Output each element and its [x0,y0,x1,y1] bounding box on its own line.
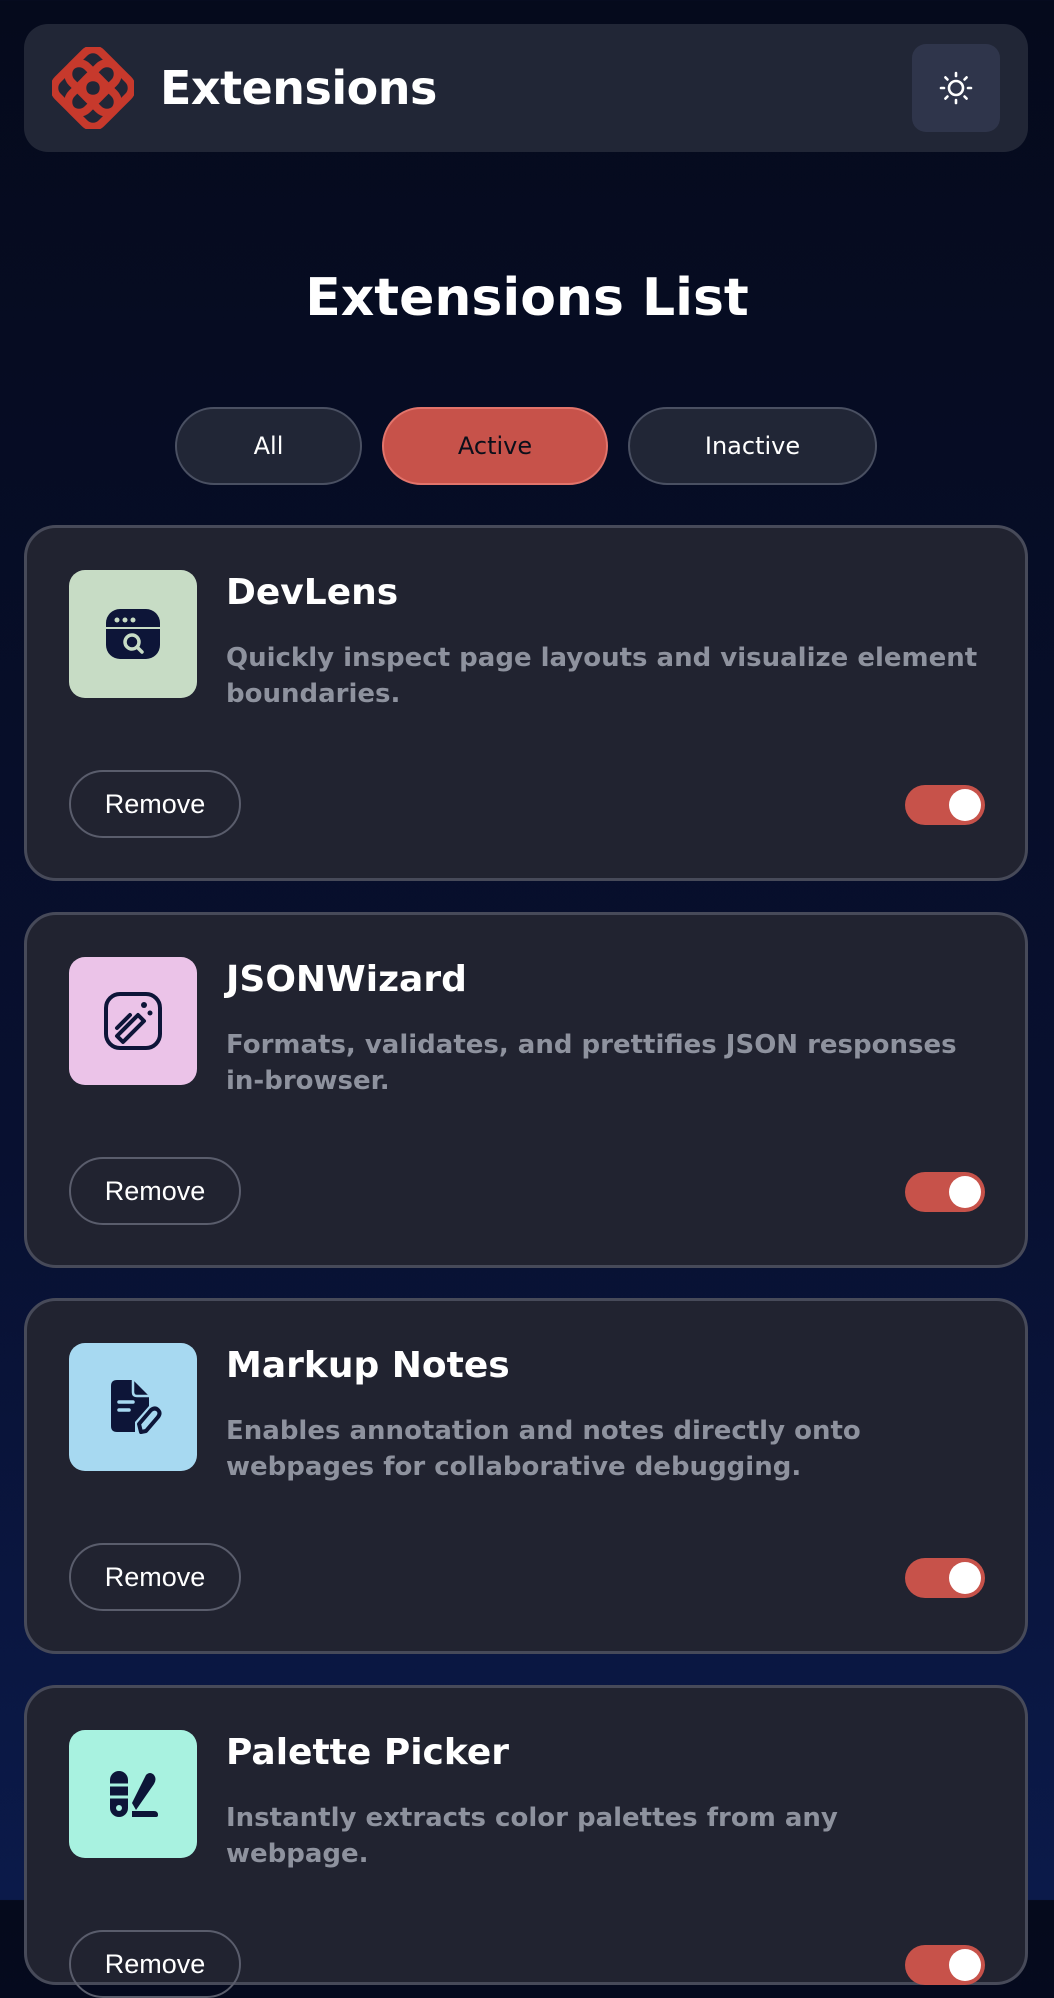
browser-search-icon [106,609,160,659]
filter-inactive-button[interactable]: Inactive [628,407,877,485]
active-toggle[interactable] [905,785,985,825]
active-toggle[interactable] [905,1172,985,1212]
toggle-knob [949,1949,981,1981]
active-toggle[interactable] [905,1558,985,1598]
toggle-knob [949,1176,981,1208]
extension-name: Markup Notes [226,1345,510,1386]
theme-toggle-button[interactable] [912,44,1000,132]
extension-description: Instantly extracts color palettes from a… [226,1803,838,1869]
extension-icon-tile [69,957,197,1085]
extension-name: DevLens [226,572,399,613]
extension-description: Quickly inspect page layouts and visuali… [226,643,978,709]
document-pen-icon [111,1380,162,1434]
page-title: Extensions List [305,268,749,328]
extension-icon-tile [69,1730,197,1858]
remove-button[interactable]: Remove [69,1543,241,1611]
extension-description: Enables annotation and notes directly on… [226,1416,861,1482]
filter-active-button[interactable]: Active [382,407,608,485]
magic-wand-icon [104,992,162,1050]
extension-card-devlens: DevLens Quickly inspect page layouts and… [24,525,1028,881]
extension-card-jsonwizard: JSONWizard Formats, validates, and prett… [24,912,1028,1268]
filter-all-button[interactable]: All [175,407,362,485]
extension-name: Palette Picker [226,1732,510,1773]
toggle-knob [949,1562,981,1594]
remove-button[interactable]: Remove [69,1157,241,1225]
extension-icon-tile [69,1343,197,1471]
sun-icon [939,71,973,105]
remove-button[interactable]: Remove [69,770,241,838]
active-toggle[interactable] [905,1945,985,1985]
app-title: Extensions [160,61,437,115]
extension-description: Formats, validates, and prettifies JSON … [226,1030,957,1096]
remove-button[interactable]: Remove [69,1930,241,1998]
app-header: Extensions [24,24,1028,152]
palette-icon [110,1771,158,1817]
extension-icon-tile [69,570,197,698]
flower-logo-icon [52,47,134,129]
extension-card-palette-picker: Palette Picker Instantly extracts color … [24,1685,1028,1998]
toggle-knob [949,789,981,821]
extension-card-markup-notes: Markup Notes Enables annotation and note… [24,1298,1028,1654]
extension-name: JSONWizard [226,959,467,1000]
filter-group: All Active Inactive [0,407,1054,485]
